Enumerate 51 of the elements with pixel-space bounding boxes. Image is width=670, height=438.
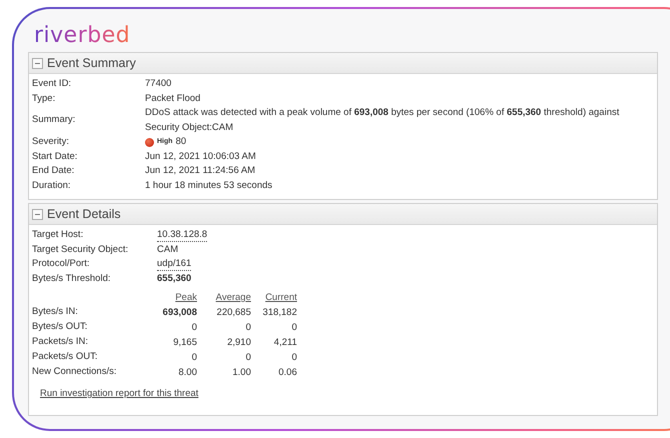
field-label: Duration: xyxy=(32,178,72,192)
stat-label: Packets/s IN: xyxy=(32,335,89,349)
field-label: Type: xyxy=(32,92,56,106)
field-value: 77400 xyxy=(145,77,172,91)
field-value: Jun 12, 2021 10:06:03 AM xyxy=(145,150,257,164)
column-header-link[interactable]: Peak xyxy=(161,290,197,305)
field-value: 655,360 xyxy=(157,272,192,286)
field-link[interactable]: udp/161 xyxy=(157,257,192,272)
column-header-link[interactable]: Average xyxy=(201,290,251,305)
stat-value: 0 xyxy=(244,351,251,365)
field-label: Protocol/Port: xyxy=(32,257,91,271)
field-label: Start Date: xyxy=(32,150,78,164)
field-value: Jun 12, 2021 11:24:56 AM xyxy=(145,164,256,178)
field-label: Target Host: xyxy=(32,228,84,242)
stat-label: Packets/s OUT: xyxy=(32,350,98,364)
column-header-link[interactable]: Current xyxy=(255,290,297,305)
stat-label: Bytes/s IN: xyxy=(32,305,79,319)
section-title: Event Details xyxy=(47,207,121,221)
section-title: Event Summary xyxy=(47,56,136,70)
stat-value: 0 xyxy=(290,321,297,335)
field-value: 1 hour 18 minutes 53 seconds xyxy=(145,178,274,192)
field-label: Bytes/s Threshold: xyxy=(32,272,112,286)
stat-value: 693,008 xyxy=(162,306,197,320)
field-label: Event ID: xyxy=(32,77,72,91)
field-value: 80 xyxy=(176,135,186,149)
collapse-icon[interactable] xyxy=(32,58,43,68)
stat-value: 0.06 xyxy=(278,366,297,380)
field-label: Target Security Object: xyxy=(32,242,130,256)
severity-icon xyxy=(145,138,154,147)
stat-value: 2,910 xyxy=(226,336,251,350)
field-label: Summary: xyxy=(32,113,76,128)
stat-value: 318,182 xyxy=(262,306,297,320)
field-link[interactable]: 10.38.128.8 xyxy=(157,228,208,242)
stat-label: New Connections/s: xyxy=(32,365,118,379)
field-label: Severity: xyxy=(32,135,70,149)
stat-label: Bytes/s OUT: xyxy=(32,320,88,334)
stat-value: 0 xyxy=(190,351,197,365)
stat-value: 220,685 xyxy=(216,306,251,320)
stat-value: 0 xyxy=(244,321,251,335)
stat-value: 0 xyxy=(190,321,197,335)
stat-value: 9,165 xyxy=(172,336,197,350)
field-value: CAM xyxy=(157,242,180,256)
stat-value: 1.00 xyxy=(232,366,251,380)
report-link[interactable]: Run investigation report for this threat xyxy=(40,388,198,399)
stat-value: 0 xyxy=(290,351,297,365)
field-value: Packet Flood xyxy=(145,92,202,106)
field-label: End Date: xyxy=(32,164,76,178)
stat-value: 4,211 xyxy=(272,336,297,350)
field-value: DDoS attack was detected with a peak volume of 693,008 bytes per second (106% of 655,360 threshold) against Security Object:CAM xyxy=(145,106,620,134)
collapse-icon[interactable] xyxy=(32,208,43,220)
stat-value: 8.00 xyxy=(178,366,197,380)
